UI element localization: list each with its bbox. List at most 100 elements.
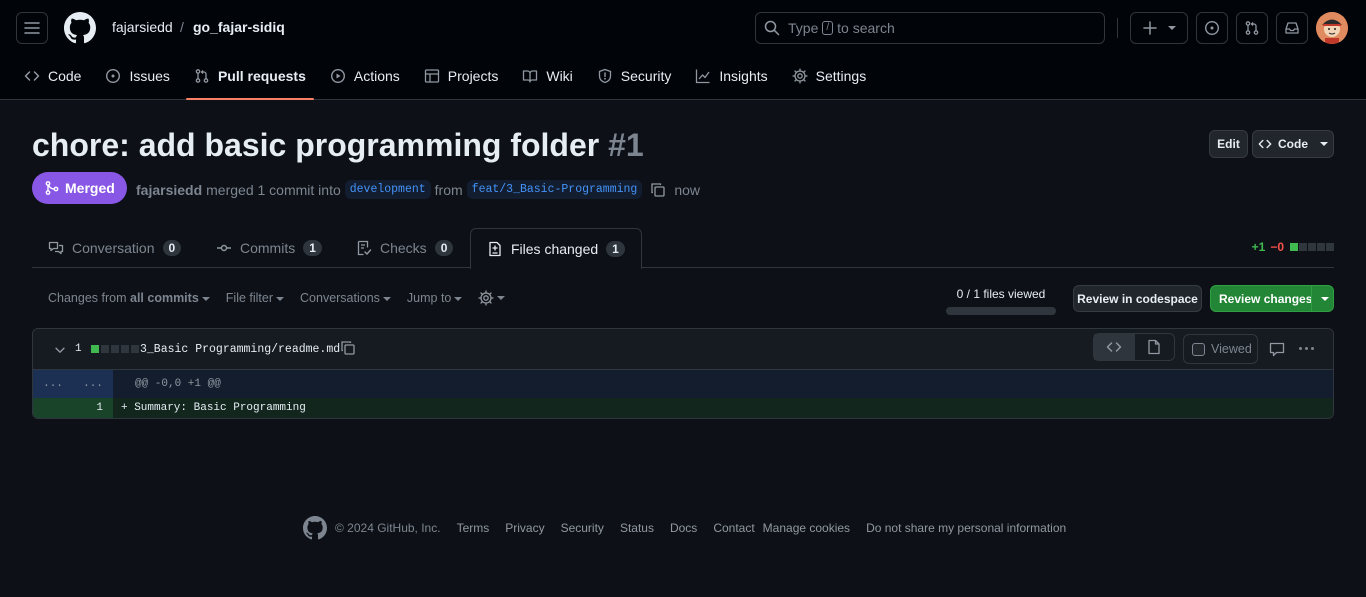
tab-label: Settings — [815, 68, 867, 84]
pr-time: now — [674, 181, 700, 198]
copy-icon[interactable] — [340, 340, 356, 356]
tab-label: Wiki — [546, 68, 573, 84]
graph-icon — [696, 69, 710, 84]
viewed-label: Viewed — [1211, 342, 1252, 356]
conversations-label: Conversations — [300, 291, 380, 305]
chevron-down-icon — [1321, 297, 1329, 301]
footer-link-manage-cookies[interactable]: Manage cookies — [763, 521, 850, 535]
file-filter-dropdown[interactable]: File filter — [225, 291, 285, 305]
tab-files-changed[interactable]: Files changed 1 — [470, 228, 642, 269]
diffstat-deletions: −0 — [1270, 240, 1284, 254]
pr-number: #1 — [608, 127, 644, 163]
footer-link-docs[interactable]: Docs — [670, 521, 697, 535]
from-text: from — [434, 181, 463, 198]
github-logo-icon[interactable] — [64, 12, 96, 44]
tab-wiki[interactable]: Wiki — [514, 56, 580, 96]
pr-meta: fajarsiedd merged 1 commit into developm… — [136, 180, 700, 199]
tab-label: Conversation — [72, 240, 155, 256]
chevron-down-icon — [497, 296, 506, 300]
kebab-menu-icon[interactable] — [1299, 347, 1314, 350]
changes-from-dropdown[interactable]: Changes from all commits — [48, 291, 210, 305]
review-changes-button[interactable]: Review changes — [1210, 285, 1334, 312]
tab-conversation[interactable]: Conversation 0 — [32, 228, 197, 268]
viewed-checkbox[interactable]: Viewed — [1183, 334, 1258, 364]
pr-title-text: chore: add basic programming folder — [32, 127, 600, 163]
footer-link-terms[interactable]: Terms — [457, 521, 490, 535]
file-diff: 1 3_Basic Programming/readme.md Viewed .… — [32, 328, 1334, 419]
tab-label: Security — [620, 68, 672, 84]
head-branch[interactable]: feat/3_Basic-Programming — [466, 180, 643, 199]
create-new-button[interactable] — [1130, 12, 1188, 44]
breadcrumb-owner[interactable]: fajarsiedd — [112, 19, 173, 35]
footer: © 2024 GitHub, Inc. Terms Privacy Securi… — [303, 516, 1066, 540]
footer-link-contact[interactable]: Contact — [713, 521, 754, 535]
file-path[interactable]: 3_Basic Programming/readme.md — [140, 343, 340, 356]
tab-insights[interactable]: Insights — [687, 56, 775, 96]
gear-icon — [478, 290, 495, 306]
diff-view-toggle — [1093, 333, 1175, 361]
footer-link-status[interactable]: Status — [620, 521, 654, 535]
tab-commits[interactable]: Commits 1 — [200, 228, 338, 268]
tab-label: Actions — [353, 68, 400, 84]
base-branch[interactable]: development — [344, 180, 431, 199]
edit-button[interactable]: Edit — [1209, 130, 1248, 158]
inbox-button[interactable] — [1276, 12, 1308, 44]
files-viewed-bar — [946, 307, 1056, 315]
comment-discussion-icon — [48, 241, 64, 255]
page-title: chore: add basic programming folder #1 — [32, 127, 644, 164]
tab-label: Code — [48, 68, 82, 84]
comment-icon[interactable] — [1269, 341, 1285, 357]
search-input[interactable]: Type / to search — [755, 12, 1105, 44]
expand-up-button[interactable]: ... — [33, 370, 73, 398]
tab-settings[interactable]: Settings — [784, 56, 875, 96]
review-in-codespace-button[interactable]: Review in codespace — [1073, 285, 1202, 312]
code-icon — [1106, 342, 1121, 352]
tab-pull-requests[interactable]: Pull requests — [185, 56, 314, 100]
chevron-down-icon — [454, 296, 463, 301]
tab-projects[interactable]: Projects — [416, 56, 507, 96]
changes-from-value: all commits — [130, 291, 199, 305]
footer-link-security[interactable]: Security — [561, 521, 604, 535]
file-change-count: 1 — [75, 343, 82, 355]
pull-requests-button[interactable] — [1236, 12, 1268, 44]
code-button[interactable]: Code — [1252, 130, 1334, 158]
diff-line-added: 1 + Summary: Basic Programming — [33, 398, 1333, 418]
rich-diff-button[interactable] — [1135, 334, 1175, 360]
files-viewed-progress: 0 / 1 files viewed — [946, 287, 1056, 315]
tab-label: Pull requests — [217, 68, 306, 84]
avatar[interactable] — [1316, 12, 1348, 44]
jump-to-label: Jump to — [406, 291, 452, 305]
gear-icon — [791, 68, 808, 84]
issues-button[interactable] — [1196, 12, 1228, 44]
book-icon — [523, 70, 538, 83]
jump-to-dropdown[interactable]: Jump to — [406, 291, 463, 305]
chevron-down-icon — [382, 296, 391, 301]
expand-down-button[interactable]: ... — [73, 370, 113, 398]
pr-author[interactable]: fajarsiedd — [136, 182, 202, 198]
github-logo-icon[interactable] — [303, 516, 327, 540]
line-number[interactable]: 1 — [33, 398, 113, 418]
global-header: fajarsiedd / go_fajar-sidiq Type / to se… — [0, 0, 1366, 100]
menu-button[interactable] — [16, 12, 48, 44]
merged-text: merged 1 commit into — [206, 181, 341, 198]
copy-icon[interactable] — [650, 182, 666, 198]
tab-actions[interactable]: Actions — [322, 56, 408, 96]
tab-checks[interactable]: Checks 0 — [340, 228, 469, 268]
tab-security[interactable]: Security — [589, 56, 680, 96]
tab-label: Insights — [719, 68, 768, 84]
conversations-dropdown[interactable]: Conversations — [300, 291, 391, 305]
source-diff-button[interactable] — [1094, 334, 1135, 360]
footer-link-do-not-share[interactable]: Do not share my personal information — [866, 521, 1066, 535]
play-icon — [330, 68, 345, 84]
chevron-down-icon[interactable] — [53, 343, 67, 357]
status-badge: Merged — [32, 172, 127, 204]
breadcrumb-repo[interactable]: go_fajar-sidiq — [193, 19, 285, 35]
tab-count: 1 — [303, 240, 322, 256]
tab-issues[interactable]: Issues — [97, 56, 177, 96]
footer-link-privacy[interactable]: Privacy — [505, 521, 544, 535]
diff-settings-dropdown[interactable] — [478, 290, 506, 306]
repo-nav: Code Issues Pull requests Actions Projec… — [16, 56, 882, 100]
tab-label: Projects — [447, 68, 499, 84]
file-filter-label: File filter — [225, 291, 274, 305]
tab-code[interactable]: Code — [16, 56, 89, 96]
